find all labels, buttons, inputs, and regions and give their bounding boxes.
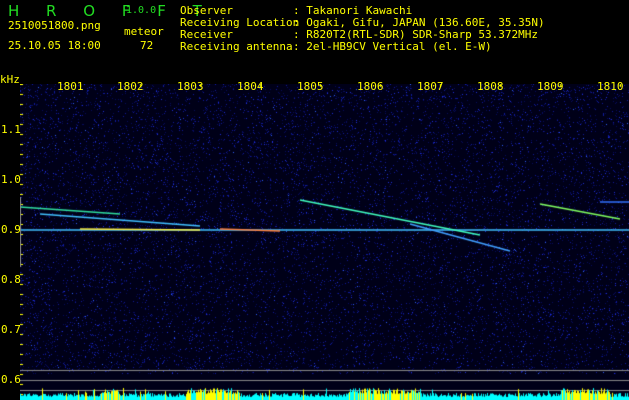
meteor-count: 72	[140, 39, 154, 52]
y-tick-label: 0.6	[1, 373, 21, 386]
y-tick-label: 0.8	[1, 273, 21, 286]
x-tick-label: 1802	[117, 80, 144, 93]
x-tick-label: 1805	[297, 80, 324, 93]
x-tick-label: 1809	[537, 80, 564, 93]
x-tick-label: 1808	[477, 80, 504, 93]
x-tick-label: 1810	[597, 80, 624, 93]
x-tick-label: 1806	[357, 80, 384, 93]
app-version: 1.0.0	[126, 5, 157, 16]
y-tick-label: 0.9	[1, 223, 21, 236]
x-tick-label: 1807	[417, 80, 444, 93]
meteor-label: meteor	[124, 25, 164, 38]
antenna-label: Receiving antenna	[180, 40, 293, 53]
x-tick-label: 1801	[57, 80, 84, 93]
y-tick-label: 1.0	[1, 173, 21, 186]
spectrogram	[20, 84, 629, 400]
y-unit-label: kHz	[0, 73, 20, 86]
y-tick-label: 1.1	[1, 123, 21, 136]
file-name: 2510051800.png	[8, 19, 101, 32]
y-tick-label: 0.7	[1, 323, 21, 336]
x-tick-label: 1804	[237, 80, 264, 93]
antenna-value: : 2el-HB9CV Vertical (el. E-W)	[293, 40, 492, 53]
file-datetime: 25.10.05 18:00	[8, 39, 101, 52]
x-tick-label: 1803	[177, 80, 204, 93]
